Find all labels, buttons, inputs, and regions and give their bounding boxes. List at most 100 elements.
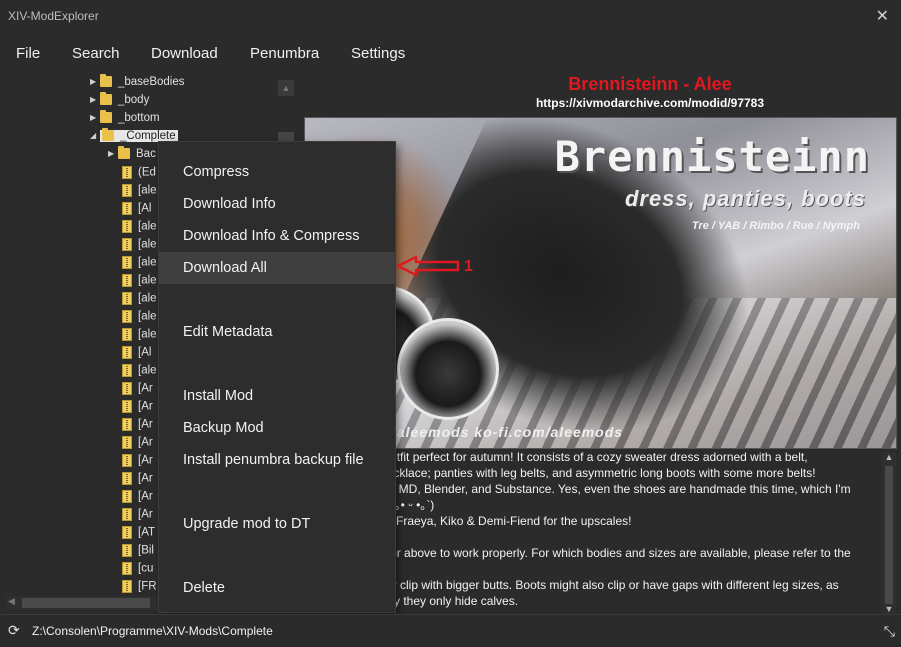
menu-item-edit-metadata[interactable]: Edit Metadata	[159, 316, 395, 348]
zip-file-icon	[122, 436, 132, 449]
menu-penumbra[interactable]: Penumbra	[250, 45, 319, 62]
tree-item-label: [Ar	[138, 400, 153, 413]
folder-icon	[100, 92, 112, 106]
menu-separator	[159, 348, 395, 380]
scroll-thumb[interactable]	[22, 598, 150, 608]
zip-file-icon	[122, 274, 132, 287]
menu-item-download-info-compress[interactable]: Download Info & Compress	[159, 220, 395, 252]
menu-item-install-penumbra-backup-file[interactable]: Install penumbra backup file	[159, 444, 395, 476]
annotation-arrow-icon	[396, 255, 460, 277]
tree-item-label: [Ar	[138, 436, 153, 449]
tree-folder-row[interactable]: ▶ _baseBodies	[90, 74, 185, 94]
tree-file-row[interactable]: [Ar	[122, 436, 153, 454]
tree-item-label: Bac	[136, 148, 156, 160]
menu-search[interactable]: Search	[72, 45, 120, 62]
tree-file-row[interactable]: [ale	[122, 184, 157, 202]
expand-arrow-icon[interactable]: ▶	[108, 149, 118, 158]
collapse-arrow-icon[interactable]: ◢	[90, 131, 100, 140]
scroll-thumb[interactable]	[885, 466, 893, 604]
folder-icon	[102, 128, 114, 142]
zip-file-icon	[122, 166, 132, 179]
tree-item-label: [ale	[138, 238, 157, 251]
mod-url[interactable]: https://xivmodarchive.com/modid/97783	[450, 96, 850, 110]
zip-file-icon	[122, 382, 132, 395]
menu-settings[interactable]: Settings	[351, 45, 405, 62]
tree-file-row[interactable]: [Ar	[122, 508, 153, 526]
resize-grip-icon[interactable]: ⤡	[884, 623, 895, 640]
tree-item-label: [Al	[138, 202, 152, 215]
expand-arrow-icon[interactable]: ▶	[90, 77, 100, 86]
tree-file-row[interactable]: [Ar	[122, 382, 153, 400]
tree-folder-label: _bottom	[118, 112, 160, 124]
expand-arrow-icon[interactable]: ▶	[90, 113, 100, 122]
tree-folder-row[interactable]: ▶ Bac	[108, 146, 156, 166]
zip-file-icon	[122, 418, 132, 431]
menu-item-delete[interactable]: Delete	[159, 572, 395, 604]
image-social-text: om/aleemods ko-fi.com/aleemods	[369, 424, 624, 440]
zip-file-icon	[122, 562, 132, 575]
menu-item-upgrade-mod-to-dt[interactable]: Upgrade mod to DT	[159, 508, 395, 540]
tree-file-row[interactable]: (Ed	[122, 166, 156, 184]
expand-arrow-icon[interactable]: ▶	[90, 95, 100, 104]
tree-file-row[interactable]: [Ar	[122, 472, 153, 490]
tree-file-row[interactable]: [Al	[122, 346, 151, 364]
scroll-down-icon[interactable]: ▼	[882, 604, 896, 614]
tree-file-row[interactable]: [ale	[122, 328, 157, 346]
image-subtitle-text: dress, panties, boots	[624, 186, 866, 211]
menu-item-download-all[interactable]: Download All	[159, 252, 395, 284]
tree-folder-row[interactable]: ▶ _body	[90, 92, 150, 112]
refresh-icon[interactable]: ⟳	[8, 622, 20, 639]
menu-item-install-mod[interactable]: Install Mod	[159, 380, 395, 412]
tree-file-row[interactable]: [ale	[122, 220, 157, 238]
selected-folder: _Complete	[100, 128, 178, 142]
title-bar: XIV-ModExplorer ✕	[0, 0, 901, 34]
tree-file-row[interactable]: [Ar	[122, 454, 153, 472]
tree-file-row[interactable]: [Ar	[122, 400, 153, 418]
context-menu: Compress Download Info Download Info & Com…	[159, 142, 395, 612]
tree-file-row[interactable]: [Bil	[122, 544, 154, 562]
zip-file-icon	[122, 220, 132, 233]
tree-file-row[interactable]: [ale	[122, 238, 157, 256]
tree-file-row[interactable]: [ale	[122, 292, 157, 310]
menu-item-compress[interactable]: Compress	[159, 156, 395, 188]
description-scrollbar[interactable]: ▲ ▼	[882, 452, 896, 614]
tree-file-row[interactable]: [AT	[122, 526, 155, 544]
tree-file-row[interactable]: [Al	[122, 202, 151, 220]
close-icon[interactable]: ✕	[876, 6, 889, 26]
tree-file-row[interactable]: [ale	[122, 364, 157, 382]
tree-item-label: [cu	[138, 562, 154, 575]
current-path: Z:\Consolen\Programme\XIV-Mods\Complete	[32, 624, 273, 638]
zip-file-icon	[122, 328, 132, 341]
mod-title: Brennisteinn - Alee	[568, 74, 732, 94]
tree-file-row[interactable]: [ale	[122, 310, 157, 328]
tree-file-row[interactable]: [cu	[122, 562, 153, 580]
zip-file-icon	[122, 256, 132, 269]
tree-item-label: [Ar	[138, 472, 153, 485]
tree-file-row[interactable]: [Ar	[122, 418, 153, 436]
scroll-left-icon[interactable]: ◀	[8, 596, 15, 607]
annotation-number: 1	[464, 258, 473, 275]
menu-file[interactable]: File	[16, 45, 40, 62]
tree-scroll-up-icon[interactable]: ▲	[278, 80, 294, 96]
zip-file-icon	[122, 202, 132, 215]
zip-file-icon	[122, 472, 132, 485]
tree-folder-row[interactable]: ▶ _bottom	[90, 110, 160, 130]
menu-download[interactable]: Download	[151, 45, 218, 62]
tree-item-label: [FR	[138, 580, 157, 593]
zip-file-icon	[122, 400, 132, 413]
tree-file-row[interactable]: [ale	[122, 256, 157, 274]
tree-item-label: (Ed	[138, 166, 156, 179]
menu-item-download-info[interactable]: Download Info	[159, 188, 395, 220]
tree-file-row[interactable]: [Ar	[122, 490, 153, 508]
tree-item-label: [ale	[138, 364, 157, 377]
tree-file-row[interactable]: [ale	[122, 274, 157, 292]
tree-item-label: [ale	[138, 220, 157, 233]
menu-item-backup-mod[interactable]: Backup Mod	[159, 412, 395, 444]
zip-file-icon	[122, 346, 132, 359]
tree-item-label: [ale	[138, 310, 157, 323]
scroll-up-icon[interactable]: ▲	[882, 452, 896, 462]
zip-file-icon	[122, 544, 132, 557]
menu-separator	[159, 284, 395, 316]
tree-folder-label: _body	[118, 94, 150, 106]
folder-icon	[100, 74, 112, 88]
